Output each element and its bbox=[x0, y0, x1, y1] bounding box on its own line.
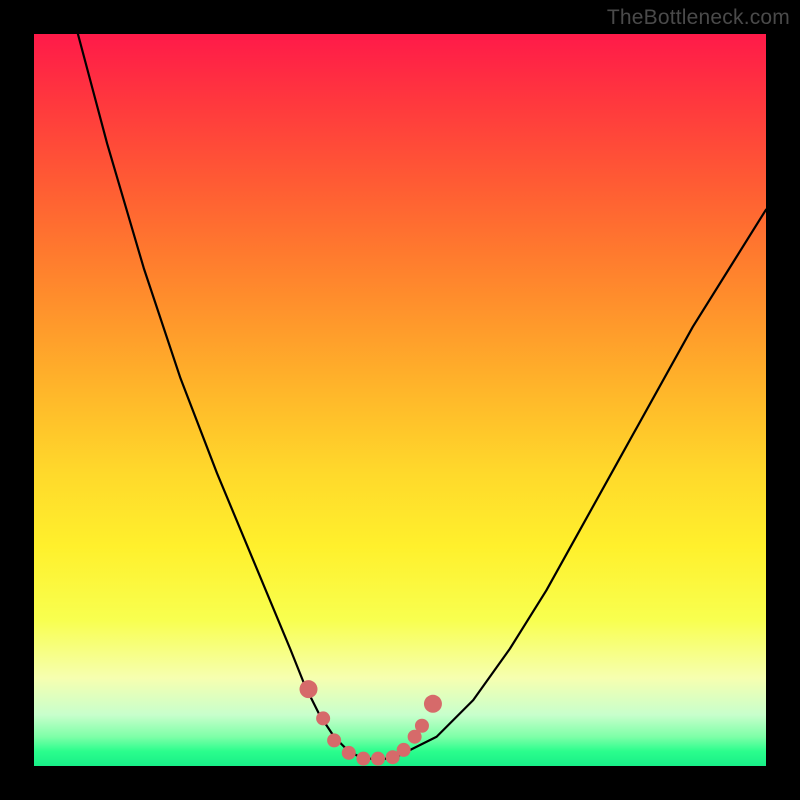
chart-svg bbox=[34, 34, 766, 766]
chart-frame: TheBottleneck.com bbox=[0, 0, 800, 800]
marker-dot bbox=[424, 695, 442, 713]
marker-dot bbox=[300, 680, 318, 698]
marker-dot bbox=[371, 752, 385, 766]
plot-area bbox=[34, 34, 766, 766]
marker-dot bbox=[397, 743, 411, 757]
marker-dot bbox=[316, 711, 330, 725]
marker-dot bbox=[342, 746, 356, 760]
curve-path bbox=[78, 34, 766, 759]
curve-line bbox=[78, 34, 766, 759]
highlight-markers bbox=[300, 680, 442, 766]
marker-dot bbox=[327, 733, 341, 747]
marker-dot bbox=[415, 719, 429, 733]
marker-dot bbox=[356, 752, 370, 766]
watermark-text: TheBottleneck.com bbox=[607, 6, 790, 30]
